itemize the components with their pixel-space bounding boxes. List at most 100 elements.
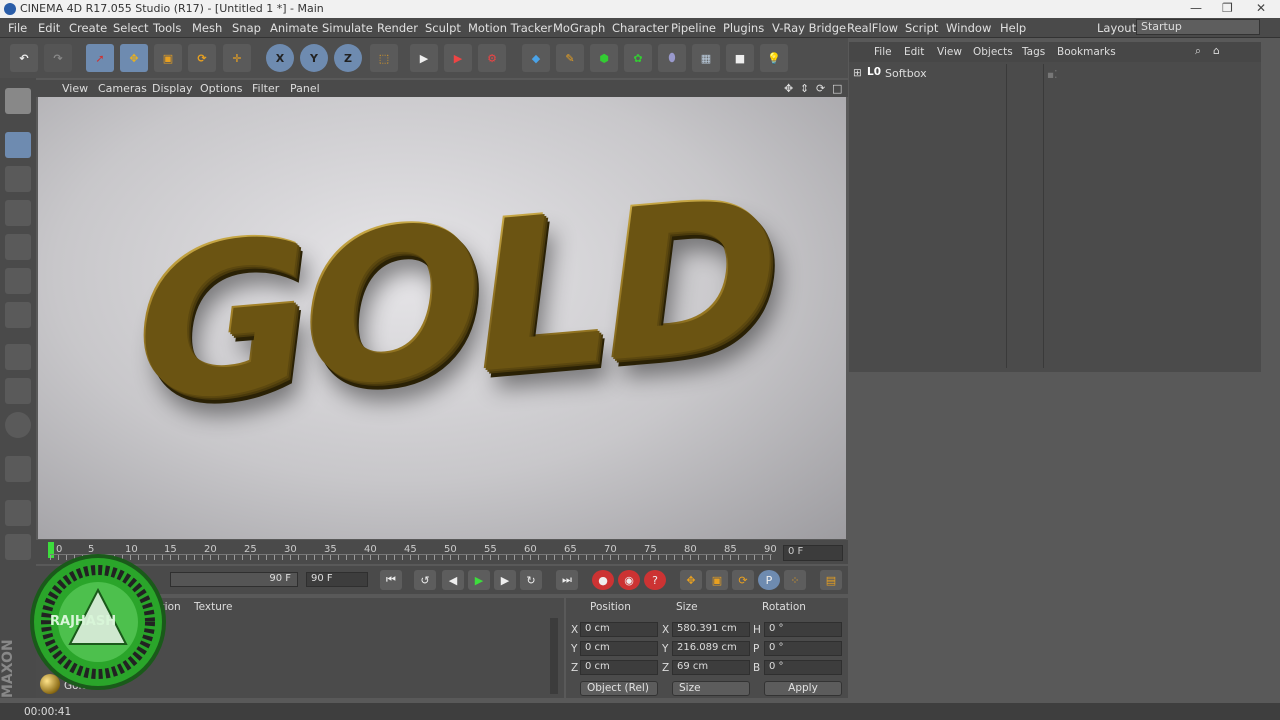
size-z-field[interactable]: 69 cm [672, 660, 750, 675]
restore-icon[interactable]: ❐ [1222, 1, 1233, 15]
menu-snap[interactable]: Snap [232, 21, 261, 35]
minimize-icon[interactable]: — [1190, 1, 1202, 15]
om-menu-tags[interactable]: Tags [1022, 46, 1045, 58]
viewport-menu-cameras[interactable]: Cameras [98, 82, 147, 95]
magnet-icon[interactable] [5, 456, 31, 482]
viewport-menu-filter[interactable]: Filter [252, 82, 279, 95]
rotation-p-field[interactable]: 0 ° [764, 641, 842, 656]
menu-pipeline[interactable]: Pipeline [671, 21, 716, 35]
rotation-h-field[interactable]: 0 ° [764, 622, 842, 637]
key-scale-icon[interactable]: ▣ [706, 570, 728, 590]
menu-mesh[interactable]: Mesh [192, 21, 222, 35]
goto-end-icon[interactable]: ⏭ [556, 570, 578, 590]
om-menu-file[interactable]: File [874, 46, 892, 58]
render-dots-icon[interactable]: ▪⁚ [1047, 69, 1057, 81]
menu-character[interactable]: Character [612, 21, 669, 35]
camera-icon[interactable]: ■ [726, 44, 754, 72]
expand-icon[interactable]: ⊞ [853, 67, 862, 79]
tweak-icon[interactable] [5, 378, 31, 404]
3d-viewport[interactable]: GOLD [38, 97, 846, 539]
rotation-b-field[interactable]: 0 ° [764, 660, 842, 675]
coordinate-mode-select[interactable]: Object (Rel) [580, 681, 658, 696]
viewport-nav-rotate-icon[interactable]: ⟳ [816, 82, 825, 95]
om-menu-objects[interactable]: Objects [973, 46, 1013, 58]
pen-spline-icon[interactable]: ✎ [556, 44, 584, 72]
floor-icon[interactable]: ▦ [692, 44, 720, 72]
om-search-icon[interactable]: ⌕ [1195, 45, 1201, 58]
light-icon[interactable]: 💡 [760, 44, 788, 72]
move-tool-icon[interactable]: ✥ [120, 44, 148, 72]
grid-icon[interactable] [5, 500, 31, 526]
layout-select[interactable]: Startup [1136, 19, 1260, 35]
viewport-menu-display[interactable]: Display [152, 82, 193, 95]
size-mode-select[interactable]: Size [672, 681, 750, 696]
position-x-field[interactable]: 0 cm [580, 622, 658, 637]
texture-mode-icon[interactable] [5, 166, 31, 192]
prev-key-icon[interactable]: ↺ [414, 570, 436, 590]
position-z-field[interactable]: 0 cm [580, 660, 658, 675]
viewport-nav-move-icon[interactable]: ✥ [784, 82, 793, 95]
scale-tool-icon[interactable]: ▣ [154, 44, 182, 72]
next-key-icon[interactable]: ↻ [520, 570, 542, 590]
deformer-icon[interactable]: ⬮ [658, 44, 686, 72]
make-editable-icon[interactable] [5, 88, 31, 114]
size-x-field[interactable]: 580.391 cm [672, 622, 750, 637]
workplane-icon[interactable] [5, 200, 31, 226]
x-axis-lock-icon[interactable]: X [266, 44, 294, 72]
polygons-mode-icon[interactable] [5, 302, 31, 328]
om-menu-view[interactable]: View [937, 46, 962, 58]
size-y-field[interactable]: 216.089 cm [672, 641, 750, 656]
keyframe-selection-icon[interactable]: ? [644, 570, 666, 590]
coordinate-system-icon[interactable]: ⬚ [370, 44, 398, 72]
menu-plugins[interactable]: Plugins [723, 21, 764, 35]
viewport-menu-panel[interactable]: Panel [290, 82, 320, 95]
autokey-icon[interactable]: ◉ [618, 570, 640, 590]
next-frame-icon[interactable]: ▶ [494, 570, 516, 590]
undo-icon[interactable]: ↶ [10, 44, 38, 72]
position-y-field[interactable]: 0 cm [580, 641, 658, 656]
om-home-icon[interactable]: ⌂ [1213, 45, 1220, 57]
menu-select[interactable]: Select [113, 21, 148, 35]
menu-window[interactable]: Window [946, 21, 991, 35]
menu-motion-tracker[interactable]: Motion Tracker [468, 21, 552, 35]
timeline-scheme-icon[interactable]: ▤ [820, 570, 842, 590]
goto-start-icon[interactable]: ⏮ [380, 570, 402, 590]
menu-simulate[interactable]: Simulate [322, 21, 373, 35]
render-picture-viewer-icon[interactable]: ▶ [444, 44, 472, 72]
menu-realflow[interactable]: RealFlow [847, 21, 898, 35]
snap-icon[interactable] [5, 412, 31, 438]
record-keys-icon[interactable]: ● [592, 570, 614, 590]
model-mode-icon[interactable] [5, 132, 31, 158]
key-rotation-icon[interactable]: ⟳ [732, 570, 754, 590]
menu-sculpt[interactable]: Sculpt [425, 21, 461, 35]
rotate-tool-icon[interactable]: ⟳ [188, 44, 216, 72]
select-tool-icon[interactable]: ➚ [86, 44, 114, 72]
play-icon[interactable]: ▶ [468, 570, 490, 590]
material-scrollbar[interactable] [550, 618, 558, 694]
material-menu-texture[interactable]: Texture [194, 601, 232, 613]
y-axis-lock-icon[interactable]: Y [300, 44, 328, 72]
preview-range-slider[interactable]: 90 F [170, 572, 298, 587]
menu-edit[interactable]: Edit [38, 21, 60, 35]
viewport-menu-options[interactable]: Options [200, 82, 242, 95]
object-row-softbox[interactable]: ⊞ L0 Softbox ▪⁚ [851, 65, 1259, 83]
cube-icon[interactable]: ◆ [522, 44, 550, 72]
redo-icon[interactable]: ↷ [44, 44, 72, 72]
om-menu-edit[interactable]: Edit [904, 46, 924, 58]
om-menu-bookmarks[interactable]: Bookmarks [1057, 46, 1116, 58]
menu-file[interactable]: File [8, 21, 27, 35]
viewport-menu-view[interactable]: View [62, 82, 88, 95]
menu-create[interactable]: Create [69, 21, 107, 35]
current-frame-field[interactable]: 0 F [783, 545, 843, 561]
viewport-nav-zoom-icon[interactable]: ⇕ [800, 82, 809, 95]
live-selection-icon[interactable]: ✛ [223, 44, 251, 72]
key-parameter-icon[interactable]: P [758, 570, 780, 590]
end-frame-field[interactable]: 90 F [306, 572, 368, 587]
axis-mode-icon[interactable] [5, 344, 31, 370]
menu-script[interactable]: Script [905, 21, 938, 35]
key-position-icon[interactable]: ✥ [680, 570, 702, 590]
z-axis-lock-icon[interactable]: Z [334, 44, 362, 72]
edges-mode-icon[interactable] [5, 268, 31, 294]
points-mode-icon[interactable] [5, 234, 31, 260]
key-pla-icon[interactable]: ⁘ [784, 570, 806, 590]
